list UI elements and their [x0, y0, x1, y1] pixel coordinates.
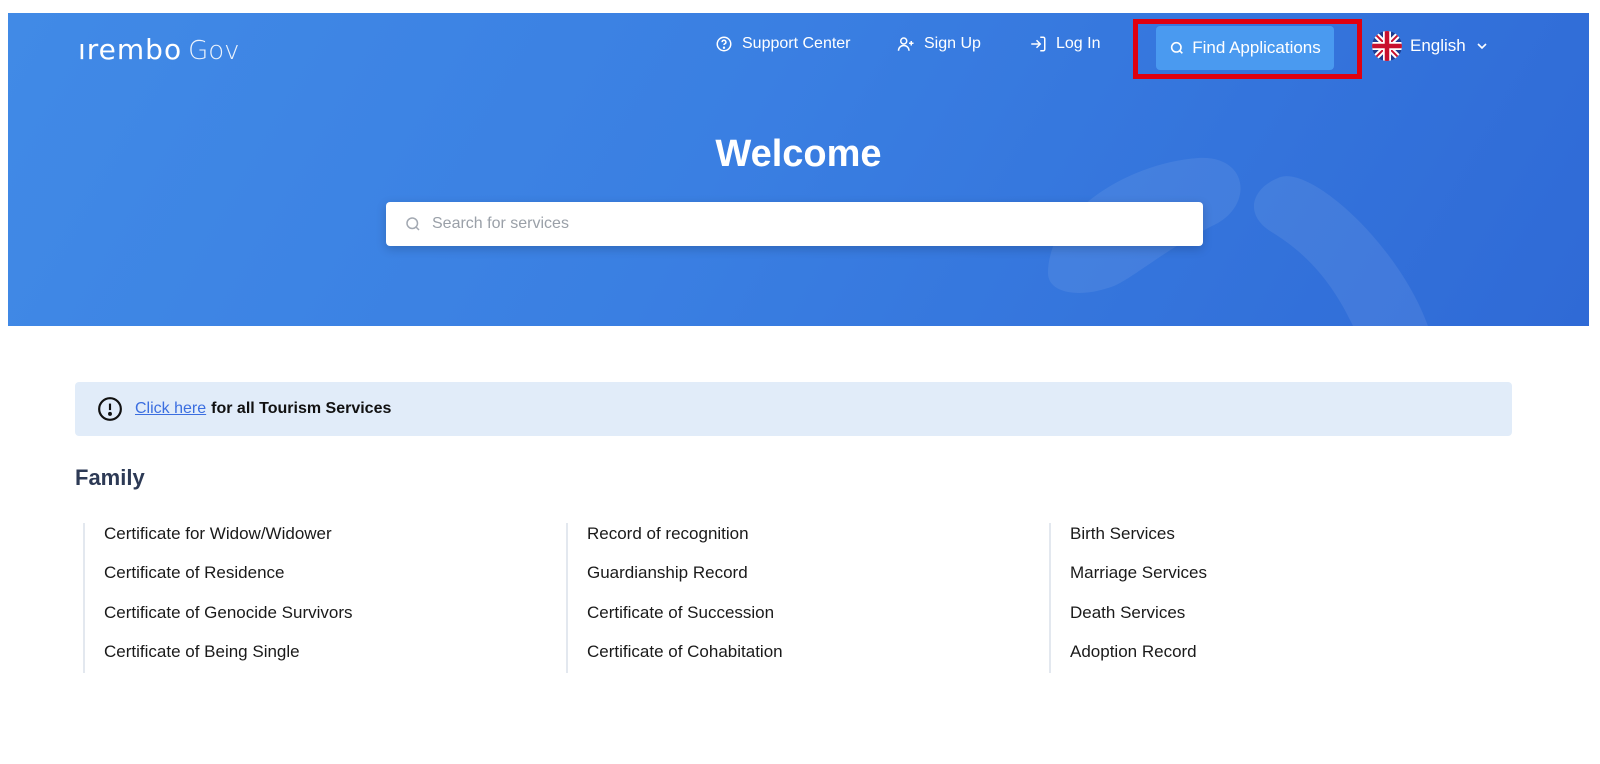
- service-link[interactable]: Certificate for Widow/Widower: [104, 523, 353, 562]
- service-link[interactable]: Certificate of Residence: [104, 562, 353, 601]
- tourism-link[interactable]: Click here: [135, 400, 206, 418]
- logo-mark: ırembo: [78, 33, 183, 66]
- nav-log-in[interactable]: Log In: [1029, 35, 1100, 53]
- nav-log-in-label: Log In: [1056, 35, 1101, 52]
- service-search-bar[interactable]: [386, 202, 1203, 246]
- service-link[interactable]: Adoption Record: [1070, 641, 1207, 680]
- service-link[interactable]: Certificate of Succession: [587, 602, 783, 641]
- log-in-icon: [1031, 36, 1046, 52]
- tourism-alert-text: for all Tourism Services: [211, 400, 392, 417]
- service-column-2: Record of recognition Guardianship Recor…: [566, 523, 783, 673]
- alert-circle-icon: [98, 397, 122, 421]
- tourism-alert: Click here for all Tourism Services: [75, 382, 1512, 436]
- find-applications-button[interactable]: Find Applications: [1156, 26, 1334, 70]
- uk-flag-icon: [1372, 31, 1402, 61]
- chevron-down-icon: [1477, 43, 1487, 50]
- service-link[interactable]: Record of recognition: [587, 523, 783, 562]
- search-icon: [406, 217, 420, 231]
- help-circle-icon: [716, 36, 732, 52]
- service-link[interactable]: Birth Services: [1070, 523, 1207, 562]
- page-title: Welcome: [715, 133, 882, 175]
- section-title-family: Family: [75, 465, 145, 490]
- service-link[interactable]: Marriage Services: [1070, 562, 1207, 601]
- logo-suffix: Gov: [188, 36, 240, 66]
- service-link[interactable]: Certificate of Cohabitation: [587, 641, 783, 680]
- service-link[interactable]: Death Services: [1070, 602, 1207, 641]
- nav-sign-up-label: Sign Up: [924, 35, 981, 52]
- find-applications-label: Find Applications: [1192, 38, 1321, 57]
- irembo-logo[interactable]: ırembo Gov: [78, 33, 240, 66]
- nav-sign-up[interactable]: Sign Up: [897, 35, 981, 53]
- nav-support-center-label: Support Center: [742, 35, 851, 52]
- search-icon: [1171, 41, 1184, 54]
- nav-support-center[interactable]: Support Center: [715, 35, 851, 53]
- user-plus-icon: [897, 37, 914, 51]
- hero-banner: ırembo Gov Support Center Sign Up Log In…: [8, 13, 1589, 326]
- service-link[interactable]: Certificate of Being Single: [104, 641, 353, 680]
- service-link[interactable]: Certificate of Genocide Survivors: [104, 602, 353, 641]
- service-column-3: Birth Services Marriage Services Death S…: [1049, 523, 1207, 673]
- service-link[interactable]: Guardianship Record: [587, 562, 783, 601]
- language-label: English: [1410, 36, 1466, 55]
- search-input[interactable]: [432, 215, 1172, 233]
- language-selector[interactable]: English: [1372, 31, 1490, 61]
- service-column-1: Certificate for Widow/Widower Certificat…: [83, 523, 353, 673]
